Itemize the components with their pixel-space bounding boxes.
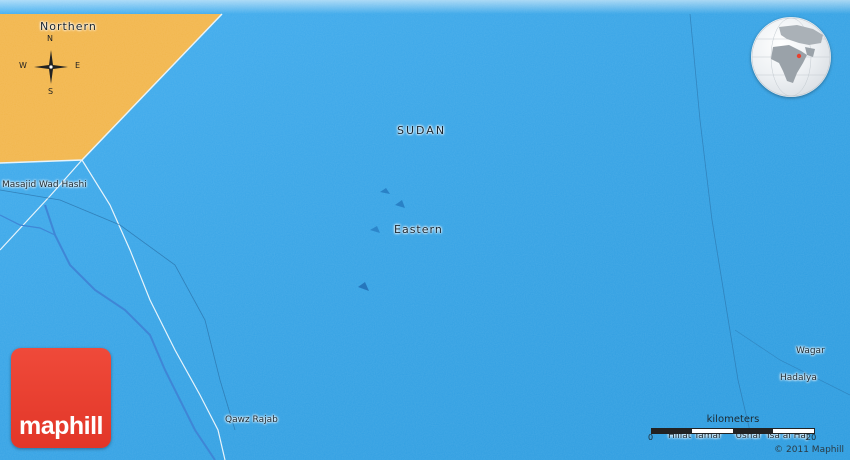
- compass-rose-icon: [34, 50, 68, 84]
- maphill-logo[interactable]: maphill: [11, 348, 111, 448]
- place-label: Hadalya: [780, 373, 817, 383]
- scale-bar: kilometers 0 20: [648, 414, 818, 444]
- place-label: Masajid Wad Hashi: [2, 180, 87, 190]
- compass-south: S: [48, 87, 54, 96]
- scale-end: 20: [806, 433, 817, 442]
- logo-text: maphill: [18, 412, 104, 440]
- compass-north: N: [47, 34, 53, 43]
- globe-icon: [751, 17, 831, 97]
- map-canvas[interactable]: N S E W Northern SUDAN Eastern Masajid W…: [0, 0, 850, 460]
- compass-east: E: [75, 61, 81, 70]
- country-label: SUDAN: [397, 124, 447, 137]
- location-marker: [796, 53, 802, 59]
- place-label: Wagar: [796, 346, 825, 356]
- scale-unit: kilometers: [706, 414, 760, 425]
- locator-globe: [751, 17, 831, 97]
- region-label-northern: Northern: [40, 20, 97, 33]
- compass-west: W: [19, 61, 27, 70]
- scale-ruler: [651, 428, 815, 434]
- scale-start: 0: [648, 433, 654, 442]
- top-fade: [0, 0, 850, 14]
- copyright-text: © 2011 Maphill: [774, 445, 844, 455]
- region-label-eastern: Eastern: [394, 223, 443, 236]
- place-label: Qawz Rajab: [225, 415, 278, 425]
